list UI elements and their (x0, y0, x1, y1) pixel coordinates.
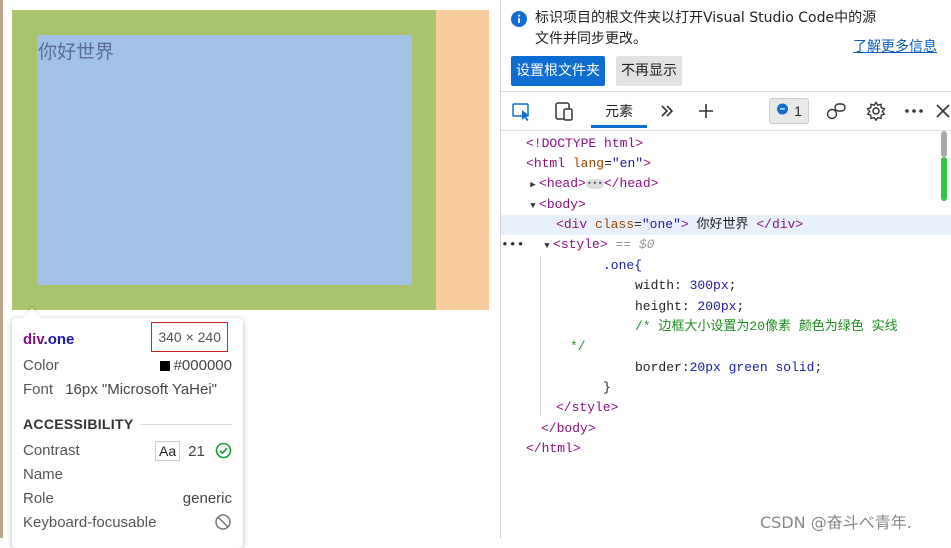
contrast-value: 21 (188, 443, 205, 460)
scrollbar-highlight[interactable] (941, 157, 947, 201)
doctype-line[interactable]: <!DOCTYPE html> (501, 134, 951, 154)
margin-highlight (436, 10, 489, 310)
plus-icon[interactable] (694, 92, 718, 130)
css-selector-line: .one{ (603, 258, 643, 273)
contrast-label: Contrast (23, 442, 80, 459)
role-label: Role (23, 490, 54, 507)
name-label: Name (23, 466, 64, 483)
info-icon (511, 11, 527, 32)
color-label: Color (23, 357, 59, 374)
inspect-icon[interactable] (509, 92, 535, 130)
info-bar: 标识项目的根文件夹以打开Visual Studio Code中的源文件并同步更改… (501, 0, 951, 92)
devtools-panel: 标识项目的根文件夹以打开Visual Studio Code中的源文件并同步更改… (500, 0, 951, 538)
css-comment-end-line: */ (570, 339, 586, 354)
row-more-icon[interactable]: ••• (501, 235, 527, 255)
html-close-line[interactable]: </html> (501, 439, 951, 459)
style-line[interactable]: ••• ▼ <style> == $0 (501, 235, 951, 255)
css-border-line: border:20px green solid; (635, 360, 823, 375)
tooltip-tag: div (23, 331, 44, 348)
body-line[interactable]: ▼ <body> (501, 195, 951, 215)
expand-triangle-icon[interactable]: ▶ (527, 175, 539, 195)
chevron-double-right-icon[interactable] (655, 92, 679, 130)
message-icon (776, 103, 789, 119)
set-root-folder-button[interactable]: 设置根文件夹 (511, 56, 605, 86)
page-viewport: 你好世界 div.one 340 × 240 Color #000000 Fon… (0, 0, 500, 548)
issues-button[interactable]: 1 (767, 92, 811, 130)
device-toolbar-icon[interactable] (551, 92, 577, 130)
ellipsis-icon[interactable]: ••• (585, 178, 604, 189)
tab-elements[interactable]: 元素 (591, 92, 647, 130)
font-label: Font (23, 381, 54, 398)
css-width-line: width: 300px; (635, 278, 737, 293)
devtools-toolbar: 元素 1 (501, 92, 951, 131)
tooltip-class: .one (43, 331, 75, 348)
collapse-triangle-icon[interactable]: ▼ (541, 236, 553, 256)
css-close-line: } (603, 380, 611, 395)
role-value: generic (182, 490, 232, 507)
tooltip-size: 340 × 240 (151, 322, 228, 352)
accessibility-heading: ACCESSIBILITY (23, 416, 134, 432)
more-icon[interactable] (901, 92, 927, 130)
content-highlight[interactable]: 你好世界 (37, 35, 412, 285)
info-message: 标识项目的根文件夹以打开Visual Studio Code中的源文件并同步更改… (535, 10, 877, 47)
color-swatch (159, 361, 170, 371)
body-close-line[interactable]: </body> (501, 419, 951, 439)
contrast-sample: Aa (155, 441, 181, 461)
inspect-tooltip: div.one 340 × 240 Color #000000 Font 16p… (12, 318, 243, 548)
html-line[interactable]: <html lang="en"> (501, 154, 951, 174)
not-focusable-icon (214, 513, 232, 537)
dont-show-again-button[interactable]: 不再显示 (616, 56, 682, 86)
window-edge (0, 0, 3, 538)
div-one-line[interactable]: <div class="one"> 你好世界 </div> (501, 215, 951, 235)
scrollbar-thumb[interactable] (941, 131, 947, 157)
head-line[interactable]: ▶ <head>•••</head> (501, 174, 951, 194)
style-close-line[interactable]: </style> (501, 398, 951, 418)
check-circle-icon (215, 442, 232, 465)
css-height-line: height: 200px; (635, 299, 745, 314)
css-comment-line: /* 边框大小设置为20像素 颜色为绿色 实线 (635, 319, 898, 334)
learn-more-link[interactable]: 了解更多信息 (853, 36, 937, 56)
dom-tree: <!DOCTYPE html> <html lang="en"> ▶ <head>… (501, 131, 951, 538)
close-icon[interactable] (933, 92, 951, 130)
font-value: 16px "Microsoft YaHei" (65, 381, 218, 398)
issues-count: 1 (794, 103, 802, 119)
color-value: #000000 (173, 357, 232, 374)
divider (140, 424, 232, 425)
indent-guide (540, 256, 541, 416)
div-one-text: 你好世界 (38, 41, 115, 63)
collapse-triangle-icon[interactable]: ▼ (527, 196, 539, 216)
watermark: CSDN @奋斗べ青年. (760, 513, 912, 532)
gear-icon[interactable] (863, 92, 889, 130)
feedback-icon[interactable] (823, 92, 849, 130)
keyboard-label: Keyboard-focusable (23, 514, 157, 531)
